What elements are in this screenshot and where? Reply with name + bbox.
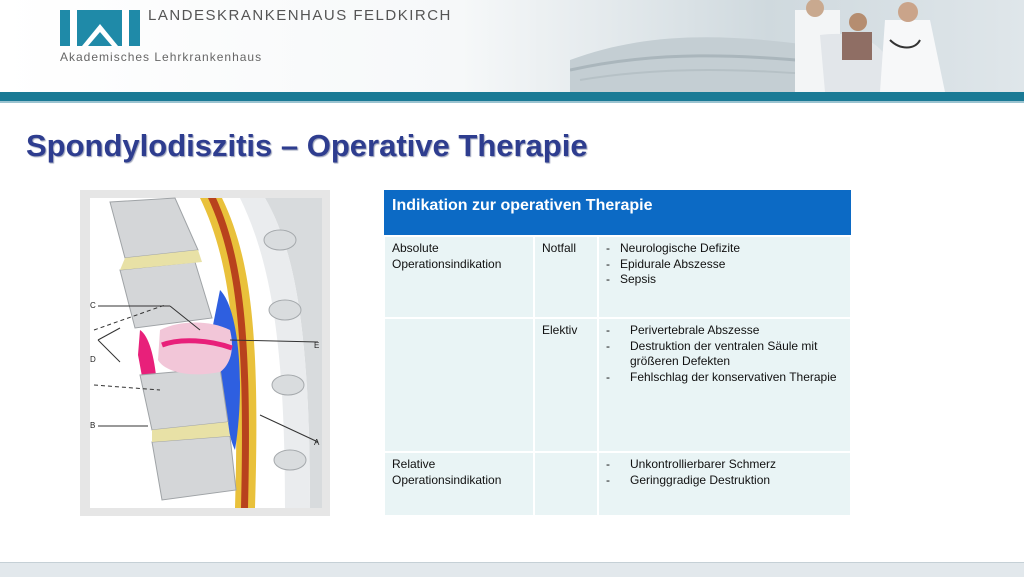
list-item: Sepsis	[606, 272, 850, 288]
row-category: Relative Operationsindikation	[383, 451, 535, 517]
page-title: Spondylodiszitis – Operative Therapie	[26, 128, 588, 163]
list-item: Destruktion der ventralen Säule mit größ…	[606, 339, 850, 370]
illus-label-d: D	[90, 355, 96, 364]
list-item: Fehlschlag der konservativen Therapie	[606, 370, 850, 386]
list-item: Neurologische Defizite	[606, 241, 850, 257]
header-banner: LANDESKRANKENHAUS FELDKIRCH Akademisches…	[0, 0, 1024, 92]
list-item: Geringgradige Destruktion	[606, 473, 850, 489]
table-row: Elektiv Perivertebrale Abszesse Destrukt…	[383, 317, 852, 453]
list-item: Epidurale Abszesse	[606, 257, 850, 273]
header-stripe	[0, 92, 1024, 101]
table-row: Relative Operationsindikation Unkontroll…	[383, 451, 852, 517]
table-header: Indikation zur operativen Therapie	[384, 190, 851, 237]
banner-photo-image	[570, 0, 945, 92]
row-type: Notfall	[533, 235, 599, 319]
spine-illustration: C D B E A	[80, 190, 330, 516]
row-category	[383, 317, 535, 453]
header-stripe-light	[0, 101, 1024, 103]
illus-label-a: A	[314, 438, 320, 447]
hospital-name: LANDESKRANKENHAUS FELDKIRCH	[148, 7, 452, 24]
illus-label-c: C	[90, 301, 96, 310]
row-type	[533, 451, 599, 517]
row-items: Perivertebrale Abszesse Destruktion der …	[597, 317, 852, 453]
indication-table: Indikation zur operativen Therapie Absol…	[383, 190, 852, 517]
hospital-subtitle: Akademisches Lehrkrankenhaus	[60, 50, 263, 64]
row-items: Unkontrollierbarer Schmerz Geringgradige…	[597, 451, 852, 517]
list-item: Perivertebrale Abszesse	[606, 323, 850, 339]
spine-cross-section-illustration: C D B E A	[90, 197, 322, 508]
row-category: Absolute Operationsindikation	[383, 235, 535, 319]
row-items: Neurologische Defizite Epidurale Abszess…	[597, 235, 852, 319]
list-item: Unkontrollierbarer Schmerz	[606, 457, 850, 473]
footer-bar	[0, 562, 1024, 577]
illus-label-e: E	[314, 341, 319, 350]
row-type: Elektiv	[533, 317, 599, 453]
illus-label-b: B	[90, 421, 95, 430]
table-row: Absolute Operationsindikation Notfall Ne…	[383, 235, 852, 319]
lkh-logo-icon	[60, 10, 140, 46]
